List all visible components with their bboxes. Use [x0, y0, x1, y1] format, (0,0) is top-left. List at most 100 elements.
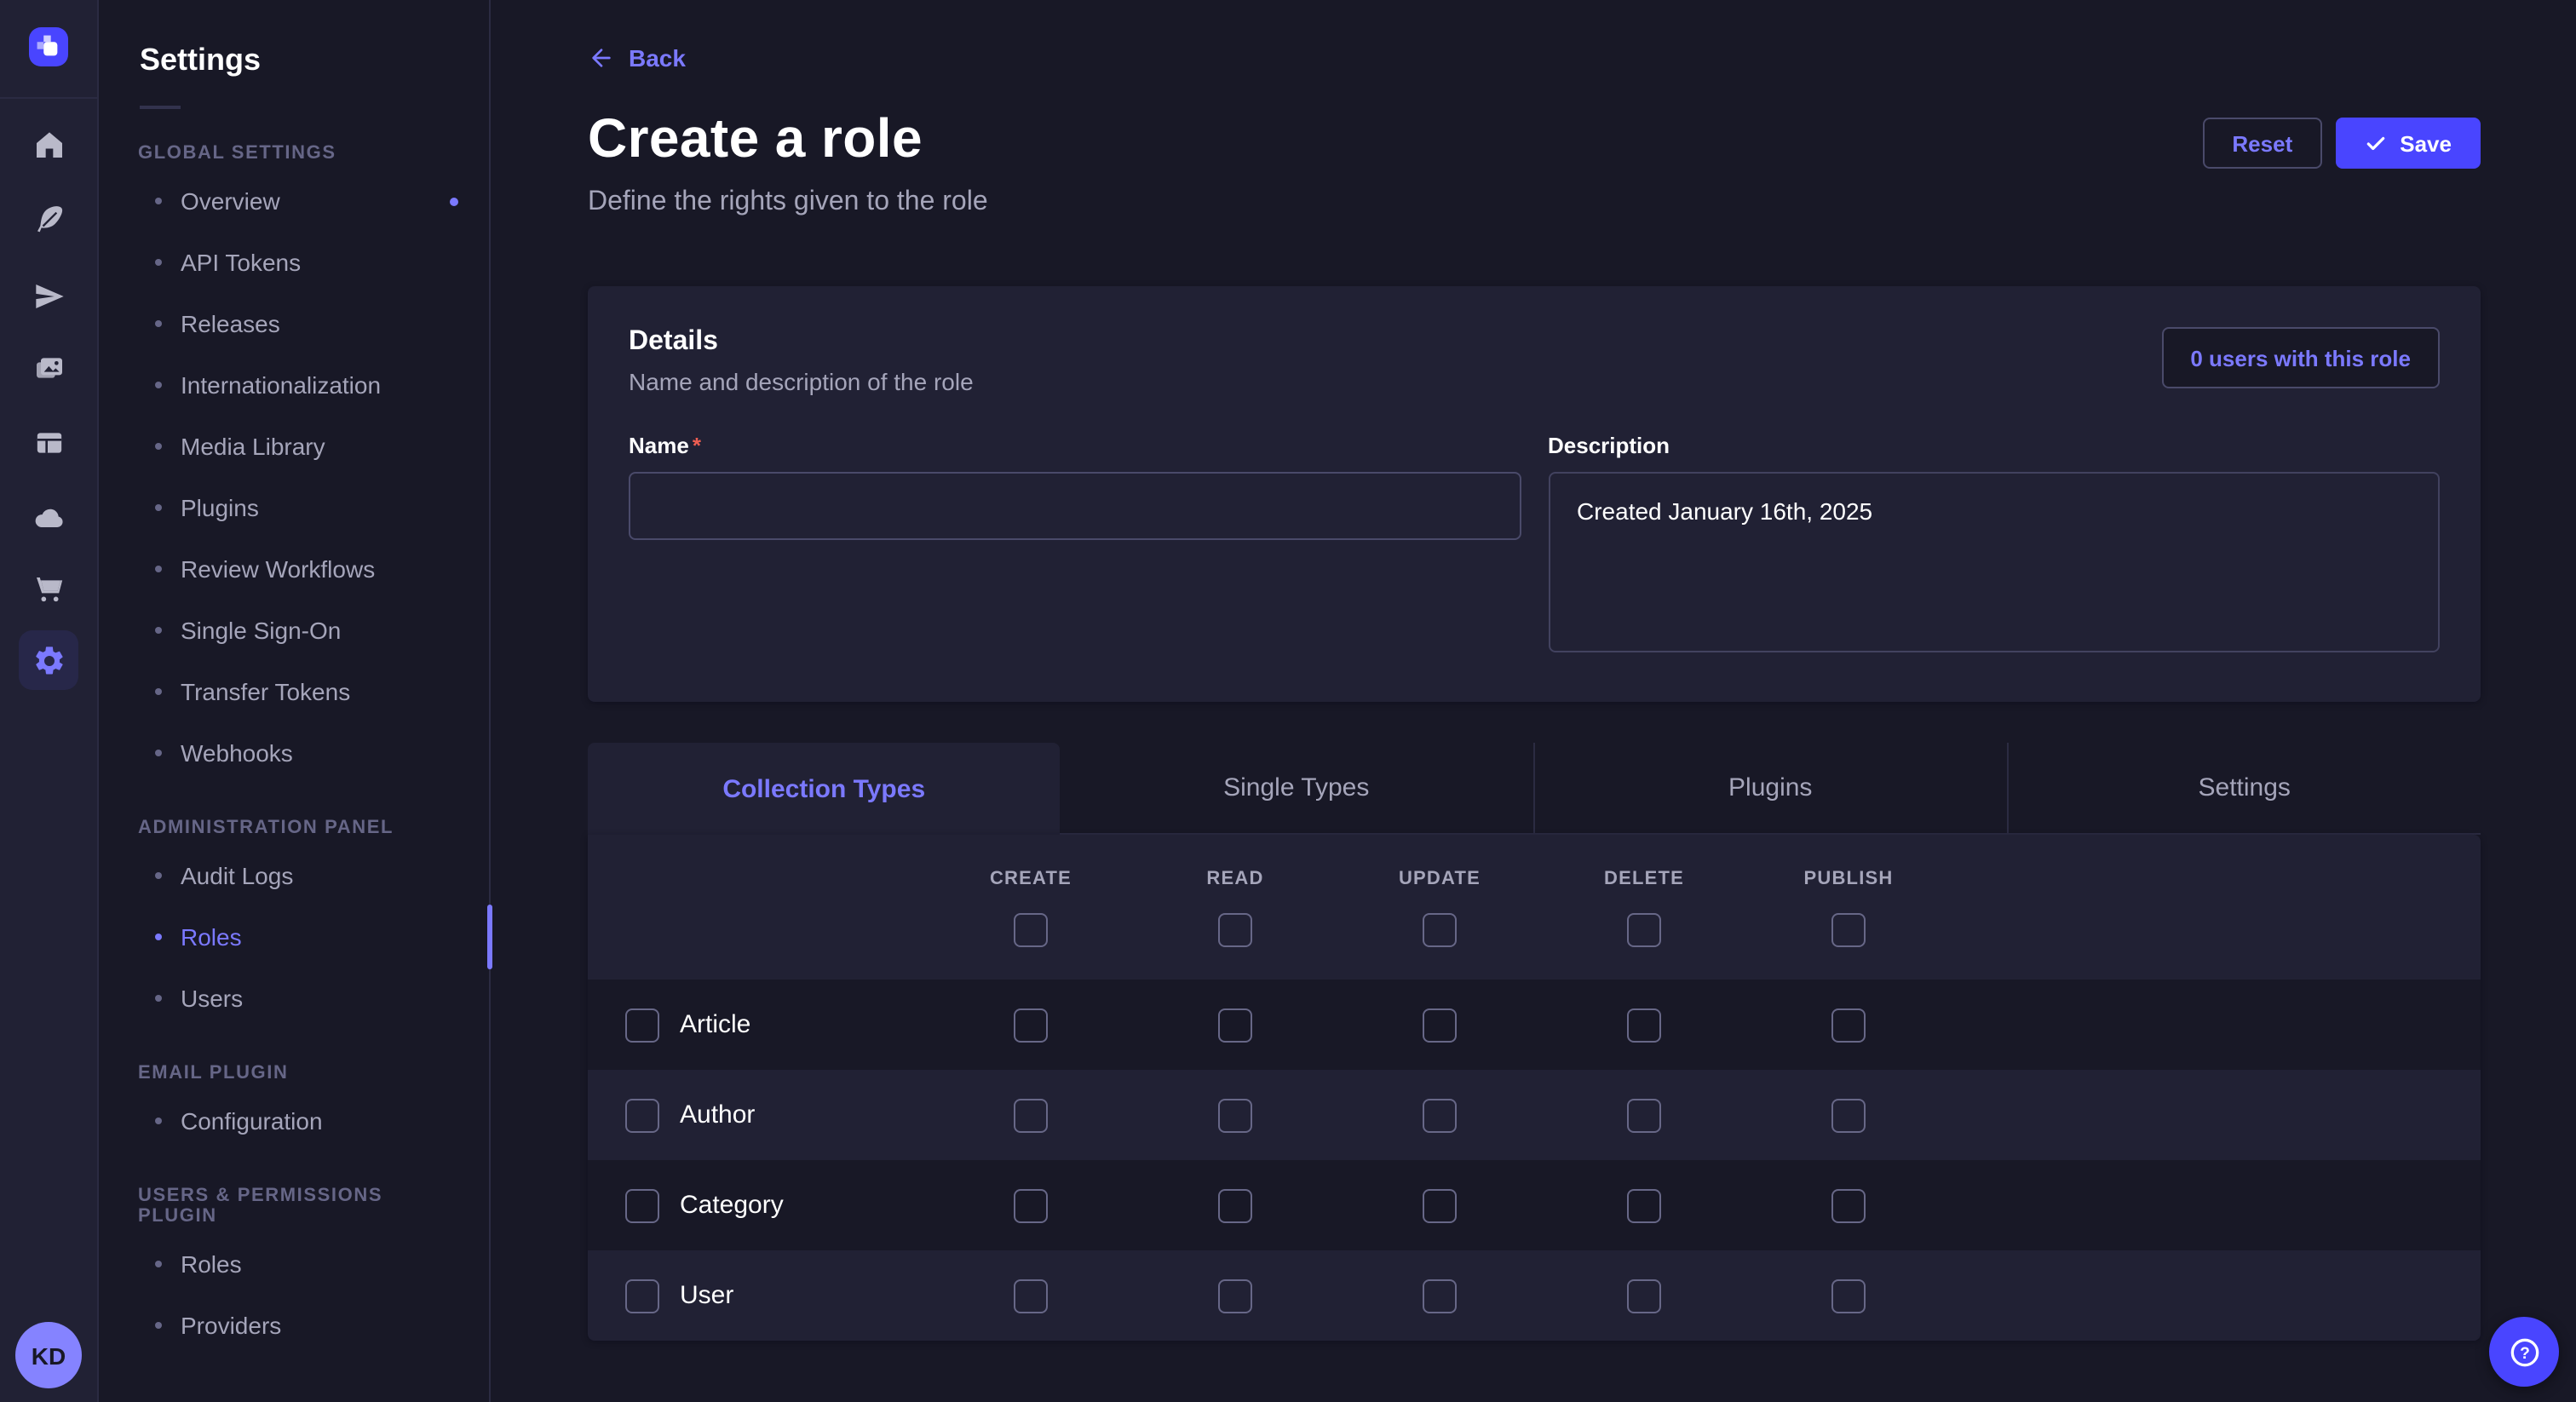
reset-button[interactable]: Reset: [2203, 118, 2321, 169]
article-create-checkbox[interactable]: [1014, 1008, 1048, 1042]
author-delete-checkbox[interactable]: [1627, 1098, 1661, 1132]
nav-item-roles[interactable]: Roles: [99, 906, 489, 968]
tab-settings[interactable]: Settings: [2007, 743, 2481, 835]
sidebar-cart-button[interactable]: [0, 571, 97, 608]
sidebar-images-button[interactable]: [0, 349, 97, 387]
article-update-cell: [1337, 1008, 1542, 1042]
nav-item-label: Users: [181, 985, 243, 1012]
nav-item-review-workflows[interactable]: Review Workflows: [99, 538, 489, 600]
sidebar-feather-button[interactable]: [0, 201, 97, 238]
nav-item-users[interactable]: Users: [99, 968, 489, 1029]
bullet-icon: [155, 1261, 162, 1267]
save-label: Save: [2400, 130, 2452, 156]
nav-item-label: Roles: [181, 923, 242, 951]
sidebar-cloud-button[interactable]: [0, 499, 97, 537]
author-delete-cell: [1542, 1098, 1746, 1132]
nav-item-overview[interactable]: Overview: [99, 170, 489, 232]
layout-icon: [32, 426, 66, 460]
article-read-checkbox[interactable]: [1218, 1008, 1252, 1042]
article-delete-checkbox[interactable]: [1627, 1008, 1661, 1042]
user-create-checkbox[interactable]: [1014, 1278, 1048, 1313]
user-delete-checkbox[interactable]: [1627, 1278, 1661, 1313]
category-create-cell: [929, 1188, 1133, 1222]
feather-icon: [32, 203, 66, 237]
nav-item-internationalization[interactable]: Internationalization: [99, 354, 489, 416]
article-update-checkbox[interactable]: [1423, 1008, 1457, 1042]
tab-collection-types[interactable]: Collection Types: [588, 743, 1061, 835]
nav-item-single-sign-on[interactable]: Single Sign-On: [99, 600, 489, 661]
nav-item-roles[interactable]: Roles: [99, 1233, 489, 1295]
category-create-checkbox[interactable]: [1014, 1188, 1048, 1222]
column-header-create: CREATE: [929, 869, 1133, 889]
nav-item-api-tokens[interactable]: API Tokens: [99, 232, 489, 293]
select-all-delete-checkbox[interactable]: [1627, 913, 1661, 947]
category-publish-checkbox[interactable]: [1831, 1188, 1866, 1222]
arrow-left-icon: [588, 44, 615, 72]
category-read-checkbox[interactable]: [1218, 1188, 1252, 1222]
nav-section-label: EMAIL PLUGIN: [138, 1063, 448, 1083]
column-header-read: READ: [1133, 869, 1337, 889]
tab-plugins[interactable]: Plugins: [1532, 743, 2007, 835]
nav-item-label: Webhooks: [181, 739, 293, 767]
name-input[interactable]: [629, 472, 1521, 540]
user-read-checkbox[interactable]: [1218, 1278, 1252, 1313]
required-asterisk: *: [693, 433, 701, 458]
author-read-checkbox[interactable]: [1218, 1098, 1252, 1132]
category-select-checkbox[interactable]: [625, 1188, 659, 1222]
bullet-icon: [155, 259, 162, 266]
nav-item-label: Single Sign-On: [181, 617, 341, 644]
bullet-icon: [155, 934, 162, 940]
sidebar-settings-button[interactable]: [19, 630, 78, 690]
article-select-checkbox[interactable]: [625, 1008, 659, 1042]
nav-section-email-plugin: EMAIL PLUGIN Configuration: [99, 1063, 489, 1152]
category-delete-cell: [1542, 1188, 1746, 1222]
row-label-user: User: [680, 1281, 733, 1310]
row-label-author: Author: [680, 1100, 755, 1129]
nav-item-releases[interactable]: Releases: [99, 293, 489, 354]
user-update-checkbox[interactable]: [1423, 1278, 1457, 1313]
sidebar-layout-button[interactable]: [0, 424, 97, 462]
avatar[interactable]: KD: [15, 1322, 82, 1388]
sidebar-paper-plane-button[interactable]: [0, 278, 97, 315]
nav-item-label: Providers: [181, 1312, 281, 1339]
author-publish-checkbox[interactable]: [1831, 1098, 1866, 1132]
nav-item-media-library[interactable]: Media Library: [99, 416, 489, 477]
select-all-publish-checkbox[interactable]: [1831, 913, 1866, 947]
nav-item-audit-logs[interactable]: Audit Logs: [99, 845, 489, 906]
user-publish-checkbox[interactable]: [1831, 1278, 1866, 1313]
sidebar-home-button[interactable]: [0, 126, 97, 164]
select-all-read-checkbox[interactable]: [1218, 913, 1252, 947]
select-all-create-checkbox[interactable]: [1014, 913, 1048, 947]
permissions-panel: CREATEREADUPDATEDELETEPUBLISH ArticleAut…: [588, 835, 2481, 1341]
nav-item-plugins[interactable]: Plugins: [99, 477, 489, 538]
users-with-role-button[interactable]: 0 users with this role: [2161, 327, 2440, 388]
nav-section-label: ADMINISTRATION PANEL: [138, 818, 448, 838]
bullet-icon: [155, 382, 162, 388]
nav-item-providers[interactable]: Providers: [99, 1295, 489, 1356]
nav-item-webhooks[interactable]: Webhooks: [99, 722, 489, 784]
back-link[interactable]: Back: [588, 44, 686, 72]
category-delete-checkbox[interactable]: [1627, 1188, 1661, 1222]
tab-single-types[interactable]: Single Types: [1061, 743, 1533, 835]
user-select-checkbox[interactable]: [625, 1278, 659, 1313]
bullet-icon: [155, 320, 162, 327]
select-all-update-cell: [1337, 913, 1542, 947]
notification-dot: [450, 197, 458, 205]
save-button[interactable]: Save: [2335, 118, 2481, 169]
strapi-logo[interactable]: [29, 27, 68, 66]
nav-item-transfer-tokens[interactable]: Transfer Tokens: [99, 661, 489, 722]
category-update-checkbox[interactable]: [1423, 1188, 1457, 1222]
help-button[interactable]: ?: [2489, 1317, 2559, 1387]
author-update-checkbox[interactable]: [1423, 1098, 1457, 1132]
back-label: Back: [629, 44, 686, 72]
permissions-rows: ArticleAuthorCategoryUser: [588, 980, 2481, 1341]
name-label: Name*: [629, 433, 1521, 458]
select-all-update-checkbox[interactable]: [1423, 913, 1457, 947]
nav-section-label: USERS & PERMISSIONS PLUGIN: [138, 1186, 448, 1227]
description-textarea[interactable]: Created January 16th, 2025: [1548, 472, 2440, 652]
article-publish-checkbox[interactable]: [1831, 1008, 1866, 1042]
category-update-cell: [1337, 1188, 1542, 1222]
author-create-checkbox[interactable]: [1014, 1098, 1048, 1132]
nav-item-configuration[interactable]: Configuration: [99, 1090, 489, 1152]
author-select-checkbox[interactable]: [625, 1098, 659, 1132]
